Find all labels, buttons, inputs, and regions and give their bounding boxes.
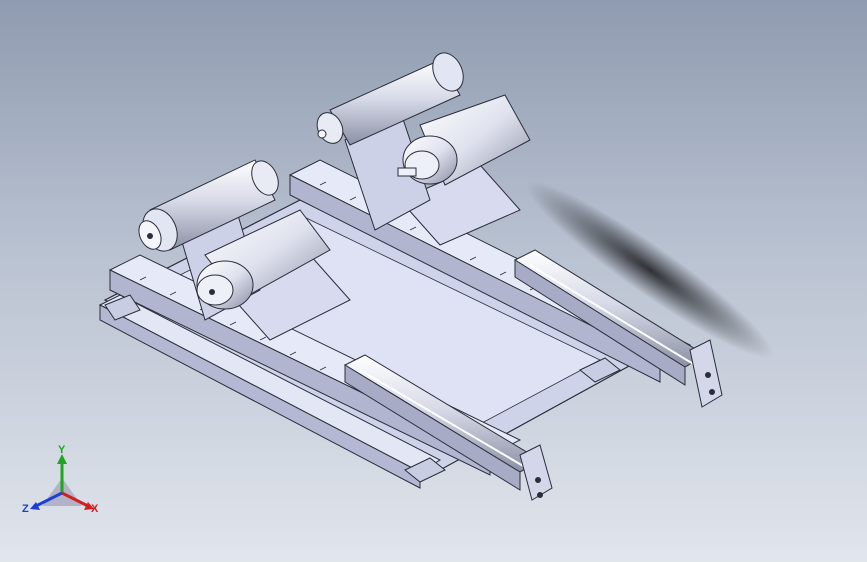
cad-viewport[interactable]: Y X Z xyxy=(0,0,867,562)
y-axis-label: Y xyxy=(58,444,66,456)
z-axis-label: Z xyxy=(22,503,29,515)
x-axis-label: X xyxy=(91,503,99,515)
assembly-model[interactable] xyxy=(0,0,867,562)
orientation-triad[interactable]: Y X Z xyxy=(22,444,104,528)
